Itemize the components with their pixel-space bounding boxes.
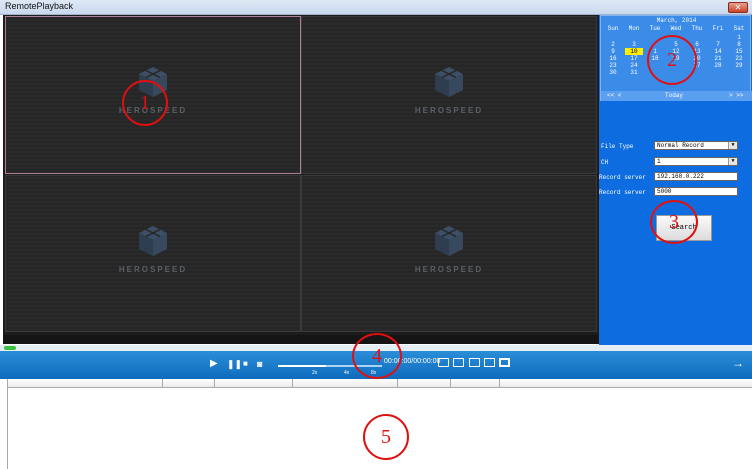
brand-label: HEROSPEED: [414, 264, 484, 274]
file-type-label: File Type: [601, 143, 634, 150]
record-server-port-value: 5000: [657, 188, 672, 195]
weekday-mon: Mon: [628, 25, 640, 32]
ch-select[interactable]: 1 ▼: [654, 157, 738, 166]
weekday-sun: Sun: [607, 25, 619, 32]
calendar-day[interactable]: 10: [625, 48, 643, 55]
video-pane-3[interactable]: HEROSPEED: [5, 175, 301, 332]
annotation-number: 5: [381, 426, 391, 448]
annotation-circle-4: 4: [352, 333, 402, 379]
title-bar: RemotePlayback ✕: [0, 0, 752, 15]
calendar-day[interactable]: 8: [730, 41, 748, 48]
record-server-label: Record server: [599, 174, 646, 181]
cube-logo-icon: [435, 225, 463, 256]
annotation-circle-5: 5: [363, 414, 409, 460]
calendar-day[interactable]: 2: [604, 41, 622, 48]
close-button[interactable]: ✕: [728, 2, 748, 13]
chevron-down-icon: ▼: [728, 158, 737, 165]
calendar-day[interactable]: 30: [604, 69, 622, 76]
cube-logo-icon: [139, 225, 167, 256]
herospeed-logo: HEROSPEED: [409, 65, 489, 115]
calendar-day[interactable]: 21: [709, 55, 727, 62]
record-server-value: 192.168.0.222: [657, 173, 704, 180]
fullscreen-icon[interactable]: [499, 358, 510, 367]
ch-value: 1: [657, 158, 661, 165]
weekday-wed: Wed: [670, 25, 682, 32]
single-view-icon[interactable]: [469, 358, 480, 367]
calendar-day[interactable]: 16: [604, 55, 622, 62]
herospeed-logo: HEROSPEED: [113, 224, 193, 274]
calendar-day[interactable]: 23: [604, 62, 622, 69]
calendar-day[interactable]: 9: [604, 48, 622, 55]
calendar-title: March, 2014: [656, 17, 697, 24]
weekday-sat: Sat: [733, 25, 745, 32]
calendar-day[interactable]: 1: [730, 34, 748, 41]
calendar-today-button[interactable]: Today: [665, 92, 683, 99]
weekday-thu: Thu: [691, 25, 703, 32]
annotation-number: 2: [667, 49, 677, 71]
file-type-value: Normal Record: [657, 142, 704, 149]
annotation-number: 3: [669, 211, 679, 233]
next-arrow-icon[interactable]: →: [732, 357, 744, 369]
weekday-fri: Fri: [712, 25, 724, 32]
camera-icon[interactable]: ◙: [257, 358, 262, 370]
quad-view-icon[interactable]: [484, 358, 495, 367]
pause-icon[interactable]: ❚❚: [227, 358, 242, 370]
annotation-circle-3: 3: [650, 200, 698, 244]
calendar-day[interactable]: 14: [709, 48, 727, 55]
record-server-port-input[interactable]: 5000: [654, 187, 738, 196]
video-grid: HEROSPEED HEROSPEED HEROSPEED HEROSPEED: [3, 15, 599, 335]
video-pane-4[interactable]: HEROSPEED: [301, 175, 597, 332]
calendar-day[interactable]: 29: [730, 62, 748, 69]
calendar-day[interactable]: 7: [709, 41, 727, 48]
cube-logo-icon: [435, 67, 463, 97]
brand-label: HEROSPEED: [118, 264, 188, 274]
ch-label: CH: [601, 159, 609, 166]
monitor-icon[interactable]: [438, 358, 449, 367]
calendar-footer: << < Today > >>: [601, 91, 752, 101]
annotation-number: 4: [372, 345, 382, 367]
calendar-day[interactable]: 17: [625, 55, 643, 62]
window-title: RemotePlayback: [5, 1, 74, 11]
speed-label-4x: 4x: [344, 370, 350, 376]
record-server-input[interactable]: 192.168.0.222: [654, 172, 738, 181]
calendar-day[interactable]: 24: [625, 62, 643, 69]
table-column-header[interactable]: [8, 379, 500, 388]
record-table-header: [8, 379, 752, 388]
close-icon: ✕: [734, 3, 742, 12]
record-list-icon[interactable]: [453, 358, 464, 367]
calendar-day[interactable]: 15: [730, 48, 748, 55]
annotation-circle-2: 2: [647, 35, 697, 85]
annotation-circle-1: 1: [122, 80, 168, 126]
calendar-day[interactable]: 28: [709, 62, 727, 69]
speed-slider-fill: [278, 365, 326, 367]
video-grid-footer: [3, 335, 599, 344]
calendar-day[interactable]: 22: [730, 55, 748, 62]
calendar-prev-button[interactable]: << <: [607, 92, 621, 99]
calendar-next-button[interactable]: > >>: [729, 92, 743, 99]
stop-icon[interactable]: ■: [243, 358, 248, 370]
record-server-port-label: Record server: [599, 189, 646, 196]
calendar-day[interactable]: 31: [625, 69, 643, 76]
weekday-tue: Tue: [649, 25, 661, 32]
play-icon[interactable]: ▶: [210, 358, 218, 370]
calendar-day[interactable]: 3: [625, 41, 643, 48]
playback-progress-indicator: [4, 346, 16, 350]
herospeed-logo: HEROSPEED: [409, 224, 489, 274]
brand-label: HEROSPEED: [414, 106, 484, 115]
speed-label-2x: 2x: [312, 370, 318, 376]
chevron-down-icon: ▼: [728, 142, 737, 149]
annotation-number: 1: [140, 92, 150, 114]
file-type-select[interactable]: Normal Record ▼: [654, 141, 738, 150]
video-pane-2[interactable]: HEROSPEED: [301, 16, 597, 174]
